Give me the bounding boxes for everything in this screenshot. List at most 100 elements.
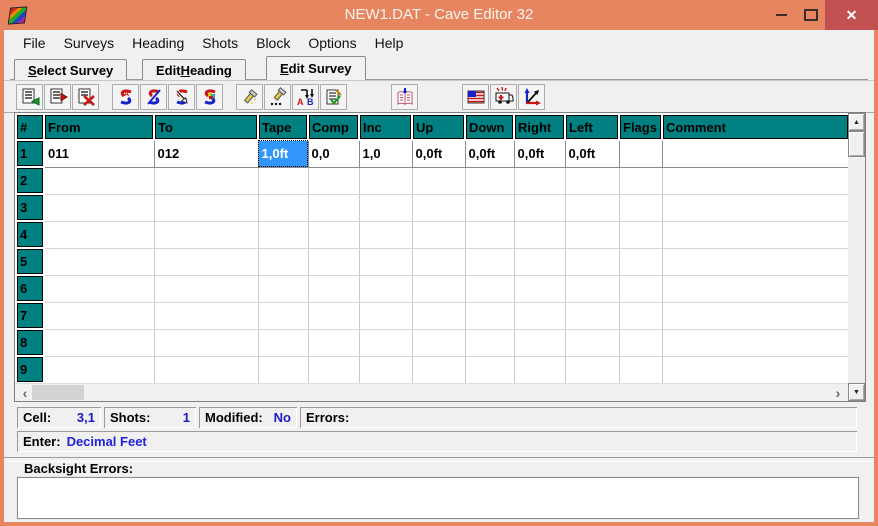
- grid-cell[interactable]: [465, 167, 514, 194]
- grid-cell[interactable]: [619, 194, 662, 221]
- maximize-button[interactable]: [798, 0, 824, 30]
- grid-cell[interactable]: [514, 194, 565, 221]
- flashlight-trace-button[interactable]: [264, 84, 291, 110]
- insert-row-button[interactable]: [44, 84, 71, 110]
- grid-cell[interactable]: [154, 194, 258, 221]
- vertical-scroll-thumb[interactable]: [848, 131, 865, 157]
- grid-cell[interactable]: [258, 167, 308, 194]
- grid-cell[interactable]: [359, 248, 412, 275]
- close-button[interactable]: ✕: [825, 0, 878, 30]
- grid-cell[interactable]: [412, 221, 465, 248]
- row-header[interactable]: 2: [16, 167, 44, 194]
- menu-item-options[interactable]: Options: [299, 32, 365, 54]
- grid-cell[interactable]: [308, 194, 359, 221]
- grid-cell[interactable]: [662, 194, 849, 221]
- flashlight-button[interactable]: [236, 84, 263, 110]
- grid-cell[interactable]: [619, 275, 662, 302]
- grid-cell[interactable]: [359, 356, 412, 383]
- rescue-button[interactable]: [490, 84, 517, 110]
- sort-a-to-b-button[interactable]: AB: [292, 84, 319, 110]
- grid-cell[interactable]: [514, 356, 565, 383]
- grid-cell[interactable]: [662, 302, 849, 329]
- row-header[interactable]: 8: [16, 329, 44, 356]
- reverse-shot-button[interactable]: [168, 84, 195, 110]
- grid-cell[interactable]: [308, 221, 359, 248]
- grid-cell[interactable]: [662, 356, 849, 383]
- grid-cell[interactable]: [44, 167, 154, 194]
- grid-cell[interactable]: [308, 356, 359, 383]
- grid-cell[interactable]: [308, 275, 359, 302]
- grid-cell[interactable]: [44, 302, 154, 329]
- reverse-survey-button[interactable]: A: [112, 84, 139, 110]
- grid-cell[interactable]: [662, 275, 849, 302]
- grid-cell[interactable]: [412, 194, 465, 221]
- grid-cell[interactable]: [44, 221, 154, 248]
- grid-cell[interactable]: [258, 194, 308, 221]
- edit-verify-button[interactable]: [320, 84, 347, 110]
- grid-cell[interactable]: [412, 248, 465, 275]
- grid-cell[interactable]: [465, 356, 514, 383]
- grid-cell[interactable]: 0,0ft: [412, 140, 465, 167]
- grid-cell[interactable]: [359, 329, 412, 356]
- grid-cell[interactable]: [44, 194, 154, 221]
- grid-cell[interactable]: [154, 167, 258, 194]
- grid-cell[interactable]: [308, 302, 359, 329]
- grid-cell[interactable]: [662, 248, 849, 275]
- menu-item-file[interactable]: File: [14, 32, 55, 54]
- grid-cell[interactable]: [44, 275, 154, 302]
- minimize-button[interactable]: [768, 0, 794, 30]
- backsight-errors-box[interactable]: [17, 477, 859, 519]
- grid-cell[interactable]: [619, 302, 662, 329]
- menu-item-block[interactable]: Block: [247, 32, 299, 54]
- grid-cell[interactable]: [154, 356, 258, 383]
- grid-cell[interactable]: [359, 194, 412, 221]
- row-header[interactable]: 3: [16, 194, 44, 221]
- delete-row-button[interactable]: [72, 84, 99, 110]
- grid-cell[interactable]: [514, 275, 565, 302]
- grid-cell[interactable]: [359, 221, 412, 248]
- grid-cell[interactable]: [412, 329, 465, 356]
- grid-cell[interactable]: [565, 302, 619, 329]
- grid-cell[interactable]: [154, 248, 258, 275]
- row-header[interactable]: 1: [16, 140, 44, 167]
- grid-cell[interactable]: [619, 221, 662, 248]
- grid-cell[interactable]: [514, 302, 565, 329]
- grid-cell[interactable]: [662, 167, 849, 194]
- grid-cell[interactable]: [619, 356, 662, 383]
- grid-cell[interactable]: [662, 329, 849, 356]
- row-header[interactable]: 6: [16, 275, 44, 302]
- grid-cell[interactable]: [258, 356, 308, 383]
- grid-cell[interactable]: [44, 356, 154, 383]
- tab-edit-survey[interactable]: Edit Survey: [266, 56, 366, 80]
- grid-cell[interactable]: [154, 302, 258, 329]
- grid-cell[interactable]: 012: [154, 140, 258, 167]
- tab-select-survey[interactable]: Select Survey: [14, 59, 127, 80]
- grid-cell[interactable]: [619, 329, 662, 356]
- grid-cell[interactable]: [662, 140, 849, 167]
- grid-cell[interactable]: [465, 302, 514, 329]
- grid-cell[interactable]: [308, 329, 359, 356]
- grid-cell[interactable]: [44, 329, 154, 356]
- grid-cell[interactable]: [412, 356, 465, 383]
- selected-cell[interactable]: 1,0ft: [258, 140, 308, 167]
- grid-cell[interactable]: [258, 302, 308, 329]
- swap-colors-button[interactable]: [196, 84, 223, 110]
- grid-cell[interactable]: [154, 221, 258, 248]
- grid-cell[interactable]: [565, 329, 619, 356]
- vertical-scrollbar[interactable]: ▲ ▼: [848, 113, 865, 401]
- row-header[interactable]: 4: [16, 221, 44, 248]
- scroll-down-button[interactable]: ▼: [848, 383, 865, 401]
- grid-cell[interactable]: [565, 221, 619, 248]
- grid-cell[interactable]: [662, 221, 849, 248]
- row-header[interactable]: 5: [16, 248, 44, 275]
- grid-cell[interactable]: [359, 275, 412, 302]
- grid-cell[interactable]: [258, 221, 308, 248]
- axes-button[interactable]: [518, 84, 545, 110]
- horizontal-scrollbar[interactable]: ‹ ›: [15, 383, 848, 401]
- grid-cell[interactable]: [308, 248, 359, 275]
- grid-cell[interactable]: [154, 329, 258, 356]
- grid-cell[interactable]: [565, 248, 619, 275]
- grid-cell[interactable]: [514, 248, 565, 275]
- grid-cell[interactable]: [465, 329, 514, 356]
- grid-cell[interactable]: 0,0ft: [565, 140, 619, 167]
